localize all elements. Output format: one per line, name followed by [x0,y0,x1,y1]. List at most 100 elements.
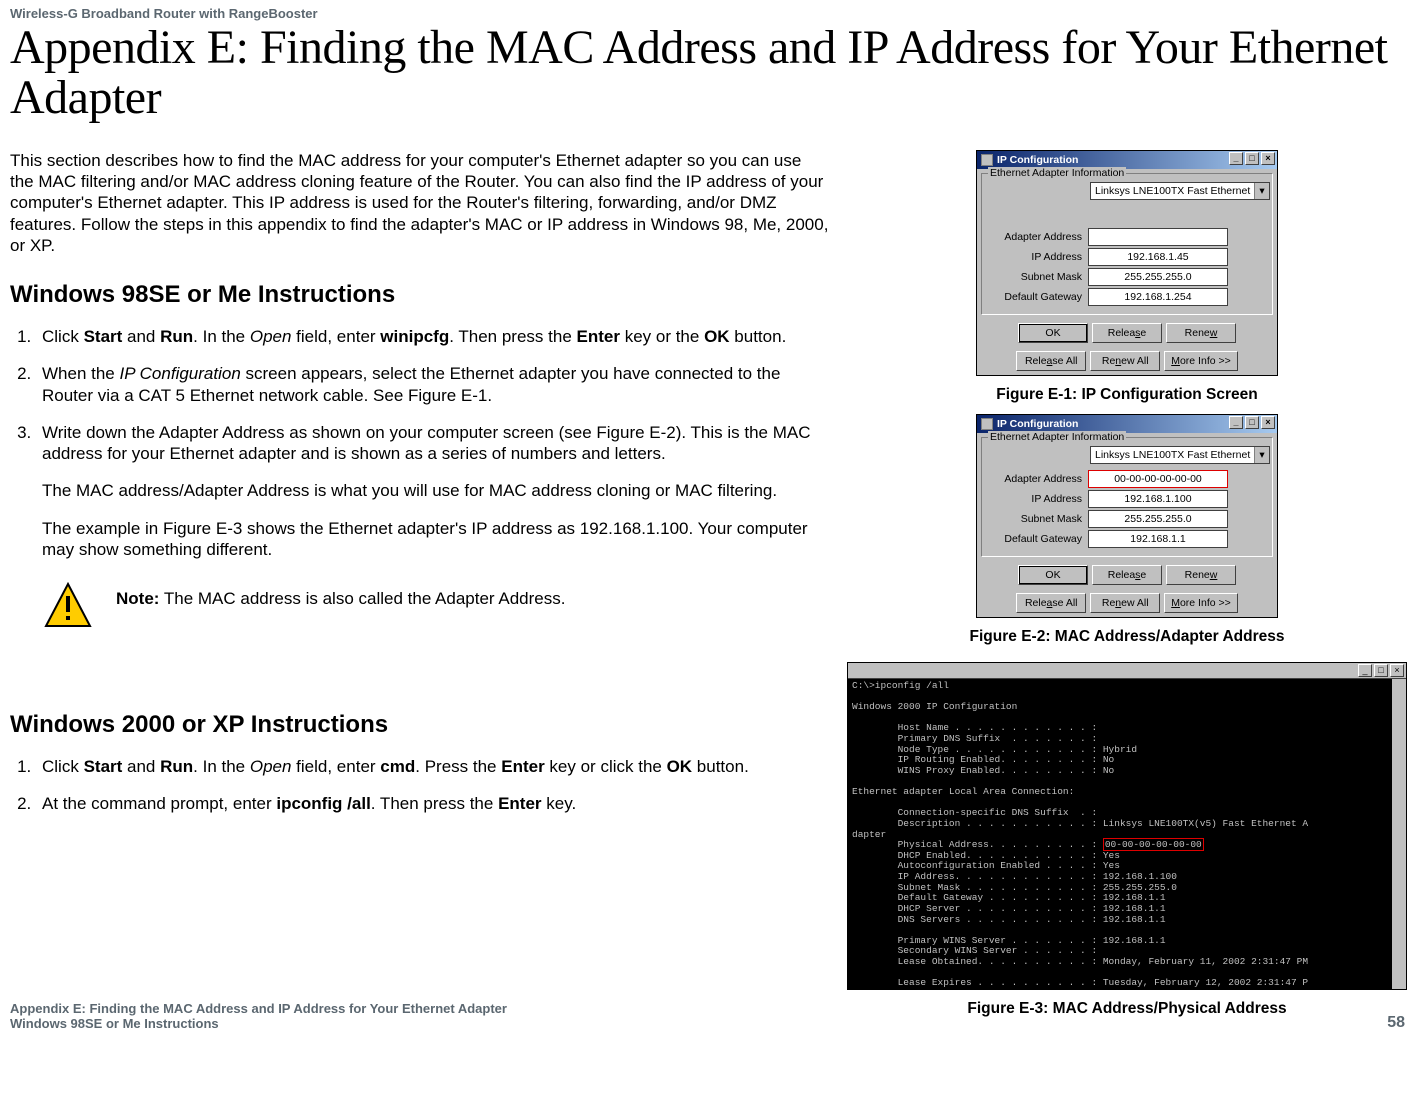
text: . Then press the [449,327,576,346]
text: At the command prompt, enter [42,794,276,813]
field-label: Subnet Mask [988,271,1088,283]
close-button[interactable]: × [1261,416,1275,429]
text: key or click the [545,757,667,776]
button-row-2: Release All Renew All More Info >> [977,589,1277,617]
note-text: Note: The MAC address is also called the… [116,582,565,609]
ip-address-value: 192.168.1.100 [1088,490,1228,508]
text-italic: Open [250,327,292,346]
text-bold: Start [84,757,123,776]
cmd-line: Description . . . . . . . . . . . : Link… [852,818,1308,829]
cmd-line: WINS Proxy Enabled. . . . . . . . : No [852,765,1114,776]
adapter-dropdown[interactable]: Linksys LNE100TX Fast Ethernet ▾ Linksys… [1090,182,1270,200]
text: key. [542,794,577,813]
cmd-line: dapter [852,829,886,840]
cmd-line: Autoconfiguration Enabled . . . . : Yes [852,860,1120,871]
win98-heading: Windows 98SE or Me Instructions [10,280,829,310]
renew-button[interactable]: Renew [1166,323,1236,343]
minimize-button[interactable]: _ [1229,416,1243,429]
intro-paragraph: This section describes how to find the M… [10,150,829,256]
maximize-button[interactable]: □ [1374,664,1388,677]
field-label: Default Gateway [988,533,1088,545]
close-button[interactable]: × [1390,664,1404,677]
text-bold: Enter [577,327,620,346]
text-bold: OK [667,757,693,776]
minimize-button[interactable]: _ [1229,152,1243,165]
text: Write down the Adapter Address as shown … [42,423,811,463]
subnet-mask-value: 255.255.255.0 [1088,510,1228,528]
text-italic: IP Configuration [120,364,241,383]
app-icon [981,154,993,166]
renew-button[interactable]: Renew [1166,565,1236,585]
ok-button[interactable]: OK [1018,323,1088,343]
text: Click [42,327,84,346]
note-label: Note: [116,589,159,608]
renew-all-button[interactable]: Renew All [1090,593,1160,613]
ip-address-row: IP Address 192.168.1.100 [988,490,1266,508]
right-column: IP Configuration _ □ × Ethernet Adapter … [847,150,1407,1028]
text: Click [42,757,84,776]
footer-left: Appendix E: Finding the MAC Address and … [10,1002,507,1032]
text-bold: Start [84,327,123,346]
text: and [122,757,160,776]
cmd-line: Host Name . . . . . . . . . . . . : [852,722,1097,733]
more-info-button[interactable]: More Info >> [1164,593,1238,613]
default-gateway-value: 192.168.1.254 [1088,288,1228,306]
cmd-line: Lease Expires . . . . . . . . . . : Tues… [852,977,1308,988]
release-button[interactable]: Release [1092,565,1162,585]
cmd-line: m [852,988,858,989]
field-label: Adapter Address [988,473,1088,485]
button-row-1: OK Release Renew [977,319,1277,347]
win2k-step-1: Click Start and Run. In the Open field, … [36,756,829,777]
win98-steps: Click Start and Run. In the Open field, … [10,326,829,560]
maximize-button[interactable]: □ [1245,152,1259,165]
text-bold: Enter [498,794,541,813]
text-bold: Run [160,757,193,776]
cmd-line: DHCP Enabled. . . . . . . . . . . : Yes [852,850,1120,861]
field-label: Adapter Address [988,231,1088,243]
text: When the [42,364,120,383]
ethernet-group: Ethernet Adapter Information Linksys LNE… [981,437,1273,557]
text: . Then press the [371,794,498,813]
cmd-line: C:\>ipconfig /all [852,680,949,691]
button-row-1: OK Release Renew [977,561,1277,589]
note-block: Note: The MAC address is also called the… [44,582,829,630]
text: . Press the [415,757,501,776]
field-label: Subnet Mask [988,513,1088,525]
text: field, enter [291,327,380,346]
text: The example in Figure E-3 shows the Ethe… [42,518,829,561]
text: and [122,327,160,346]
maximize-button[interactable]: □ [1245,416,1259,429]
cmd-body[interactable]: C:\>ipconfig /all Windows 2000 IP Config… [848,679,1406,989]
default-gateway-row: Default Gateway 192.168.1.1 [988,530,1266,548]
cmd-line: Physical Address. . . . . . . . . : [852,839,1103,850]
win2k-step-2: At the command prompt, enter ipconfig /a… [36,793,829,814]
close-button[interactable]: × [1261,152,1275,165]
minimize-button[interactable]: _ [1358,664,1372,677]
adapter-dropdown[interactable]: Linksys LNE100TX Fast Ethernet ▾ [1090,446,1270,464]
win98-step-3: Write down the Adapter Address as shown … [36,422,829,560]
chevron-down-icon[interactable]: ▾ [1254,447,1269,463]
renew-all-button[interactable]: Renew All [1090,351,1160,371]
cmd-window-e3: _ □ × C:\>ipconfig /all Windows 2000 IP … [847,662,1407,990]
field-label: Default Gateway [988,291,1088,303]
window-buttons: _ □ × [1358,664,1404,677]
chevron-down-icon[interactable]: ▾ [1254,183,1269,199]
cmd-line: Subnet Mask . . . . . . . . . . . : 255.… [852,882,1177,893]
cmd-line: Secondary WINS Server . . . . . . : [852,945,1097,956]
ok-button[interactable]: OK [1018,565,1088,585]
cmd-titlebar[interactable]: _ □ × [848,663,1406,679]
text-bold: cmd [380,757,415,776]
default-gateway-value: 192.168.1.1 [1088,530,1228,548]
text-bold: Run [160,327,193,346]
subnet-mask-value: 255.255.255.0 [1088,268,1228,286]
page-footer: Appendix E: Finding the MAC Address and … [10,1002,1405,1032]
scrollbar[interactable] [1392,679,1406,989]
release-all-button[interactable]: Release All [1016,351,1086,371]
release-button[interactable]: Release [1092,323,1162,343]
dropdown-selected: Linksys LNE100TX Fast Ethernet [1095,449,1250,461]
cmd-line: Windows 2000 IP Configuration [852,701,1017,712]
release-all-button[interactable]: Release All [1016,593,1086,613]
more-info-button[interactable]: More Info >> [1164,351,1238,371]
cmd-line: Node Type . . . . . . . . . . . . : Hybr… [852,744,1137,755]
window-title: IP Configuration [997,418,1078,430]
